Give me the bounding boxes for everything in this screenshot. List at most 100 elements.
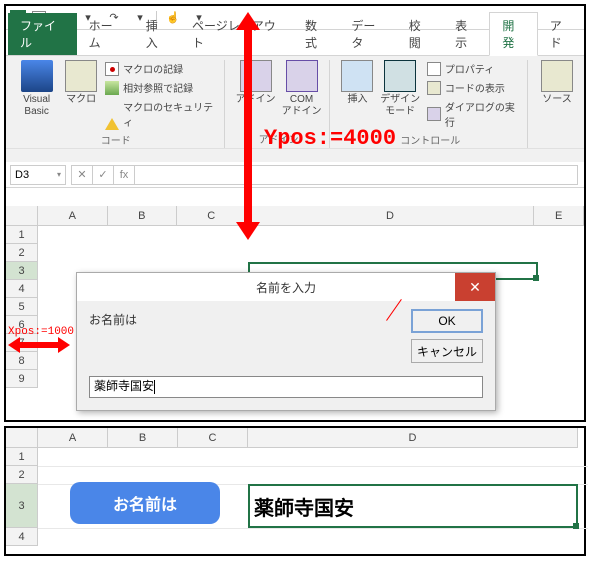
- ribbon-tabs: ファイル ホーム 挿入 ページレイアウト 数式 データ 校閲 表示 開発 アド: [6, 30, 584, 56]
- col-header-b[interactable]: B: [108, 206, 178, 226]
- lower-screenshot: A B C D 1 2 3 4 薬師寺国安 お名前は: [4, 426, 586, 556]
- row-headers: 1 2 3 4 5 6 7 8 9: [6, 226, 38, 388]
- tab-developer[interactable]: 開発: [489, 12, 537, 56]
- insert-control-icon: [341, 60, 373, 92]
- tab-home[interactable]: ホーム: [77, 13, 134, 55]
- design-mode-icon: [384, 60, 416, 92]
- com-addins-icon: [286, 60, 318, 92]
- insert-control-label: 挿入: [347, 94, 367, 106]
- col-header-b-lower[interactable]: B: [108, 428, 178, 448]
- row-header-9[interactable]: 9: [6, 370, 38, 388]
- inputbox-dialog: 名前を入力 ✕ お名前は OK キャンセル 薬師寺国安: [76, 272, 496, 411]
- formula-bar-input[interactable]: [134, 165, 578, 185]
- dialog-text-input[interactable]: 薬師寺国安: [89, 376, 483, 398]
- warning-icon: [105, 107, 119, 121]
- row-header-1[interactable]: 1: [6, 226, 38, 244]
- button-shape-label: お名前は: [113, 491, 177, 515]
- row-header-4-lower[interactable]: 4: [6, 528, 38, 546]
- row-header-1-lower[interactable]: 1: [6, 448, 38, 466]
- row-header-2-lower[interactable]: 2: [6, 466, 38, 484]
- relative-reference-button[interactable]: 相対参照で記録: [103, 79, 217, 96]
- fill-handle[interactable]: [533, 275, 539, 281]
- row-header-3[interactable]: 3: [6, 262, 38, 280]
- macro-security-label: マクロのセキュリティ: [123, 99, 215, 129]
- source-button[interactable]: ソース: [538, 60, 576, 106]
- insert-control-button[interactable]: 挿入: [340, 60, 376, 106]
- run-dialog-label: ダイアログの実行: [445, 99, 519, 129]
- insert-function-button[interactable]: fx: [113, 165, 135, 185]
- annotation-ypos-label: Ypos:=4000: [264, 126, 396, 151]
- view-code-button[interactable]: コードの表示: [425, 79, 521, 96]
- spacer: [6, 188, 584, 206]
- col-header-a-lower[interactable]: A: [38, 428, 108, 448]
- tab-data[interactable]: データ: [339, 13, 396, 55]
- col-header-d[interactable]: D: [247, 206, 535, 226]
- tab-insert[interactable]: 挿入: [134, 13, 180, 55]
- dialog-cancel-button[interactable]: キャンセル: [411, 339, 483, 363]
- com-addins-button[interactable]: COM アドイン: [281, 60, 323, 118]
- properties-icon: [427, 62, 441, 76]
- relative-ref-icon: [105, 81, 119, 95]
- visual-basic-label: Visual Basic: [14, 94, 59, 118]
- design-mode-button[interactable]: デザイン モード: [379, 60, 420, 118]
- button-shape[interactable]: お名前は: [70, 482, 220, 524]
- dialog-ok-button[interactable]: OK: [411, 309, 483, 333]
- visual-basic-icon: [21, 60, 53, 92]
- annotation-xpos-label: Xpos:=1000: [8, 326, 74, 338]
- tab-file[interactable]: ファイル: [8, 13, 77, 55]
- com-addins-label: COM アドイン: [282, 94, 322, 118]
- col-header-a[interactable]: A: [38, 206, 108, 226]
- name-box[interactable]: D3 ▾: [10, 165, 66, 185]
- select-all-corner[interactable]: [6, 206, 38, 226]
- tab-view[interactable]: 表示: [443, 13, 489, 55]
- select-all-corner-lower[interactable]: [6, 428, 38, 448]
- row-header-3-lower[interactable]: 3: [6, 484, 38, 528]
- annotation-xpos-arrow: [18, 342, 60, 348]
- formula-bar-row: D3 ▾ ✕ ✓ fx: [6, 162, 584, 188]
- tab-addins-partial[interactable]: アド: [538, 13, 584, 55]
- view-code-icon: [427, 81, 441, 95]
- row-header-4[interactable]: 4: [6, 280, 38, 298]
- design-mode-label: デザイン モード: [380, 94, 420, 118]
- macros-icon: [65, 60, 97, 92]
- tab-review[interactable]: 校閲: [397, 13, 443, 55]
- visual-basic-button[interactable]: Visual Basic: [14, 60, 59, 118]
- name-box-dropdown-icon[interactable]: ▾: [57, 170, 61, 179]
- dialog-body: お名前は OK キャンセル 薬師寺国安: [77, 301, 495, 410]
- name-box-value: D3: [15, 169, 29, 181]
- dialog-title-text: 名前を入力: [256, 279, 316, 296]
- col-header-c-lower[interactable]: C: [178, 428, 248, 448]
- properties-label: プロパティ: [445, 61, 494, 76]
- dialog-title-bar[interactable]: 名前を入力 ✕: [77, 273, 495, 301]
- ribbon-group-code-label: コード: [101, 130, 131, 148]
- dialog-close-button[interactable]: ✕: [455, 273, 495, 301]
- upper-screenshot: X ↶ ▾ ↷ ▾ ☝ ▾ ファイル ホーム 挿入 ページレイアウト 数式 デー…: [4, 4, 586, 422]
- column-headers-lower: A B C D: [38, 428, 584, 448]
- col-header-d-lower[interactable]: D: [248, 428, 578, 448]
- row-header-8[interactable]: 8: [6, 352, 38, 370]
- run-dialog-icon: [427, 107, 441, 121]
- record-macro-label: マクロの記録: [123, 61, 183, 76]
- row-header-2[interactable]: 2: [6, 244, 38, 262]
- macros-button[interactable]: マクロ: [63, 60, 99, 106]
- enter-entry-button[interactable]: ✓: [92, 165, 114, 185]
- addins-button[interactable]: アドイン: [235, 60, 277, 106]
- ribbon-group-xml: ソース: [532, 60, 582, 148]
- record-icon: [105, 62, 119, 76]
- cell-d3-value: 薬師寺国安: [248, 484, 578, 528]
- fx-label: fx: [120, 169, 129, 181]
- tab-formulas[interactable]: 数式: [293, 13, 339, 55]
- source-label: ソース: [542, 94, 572, 106]
- cancel-entry-button[interactable]: ✕: [71, 165, 93, 185]
- row-header-5[interactable]: 5: [6, 298, 38, 316]
- view-code-label: コードの表示: [445, 80, 505, 95]
- macro-security-button[interactable]: マクロのセキュリティ: [103, 98, 217, 130]
- gridline: [38, 528, 588, 529]
- ribbon-group-controls-label: コントロール: [400, 130, 460, 148]
- record-macro-button[interactable]: マクロの記録: [103, 60, 217, 77]
- properties-button[interactable]: プロパティ: [425, 60, 521, 77]
- col-header-e[interactable]: E: [534, 206, 584, 226]
- worksheet-grid-lower[interactable]: A B C D 1 2 3 4 薬師寺国安 お名前は: [6, 428, 584, 554]
- dialog-input-value: 薬師寺国安: [94, 379, 154, 393]
- run-dialog-button[interactable]: ダイアログの実行: [425, 98, 521, 130]
